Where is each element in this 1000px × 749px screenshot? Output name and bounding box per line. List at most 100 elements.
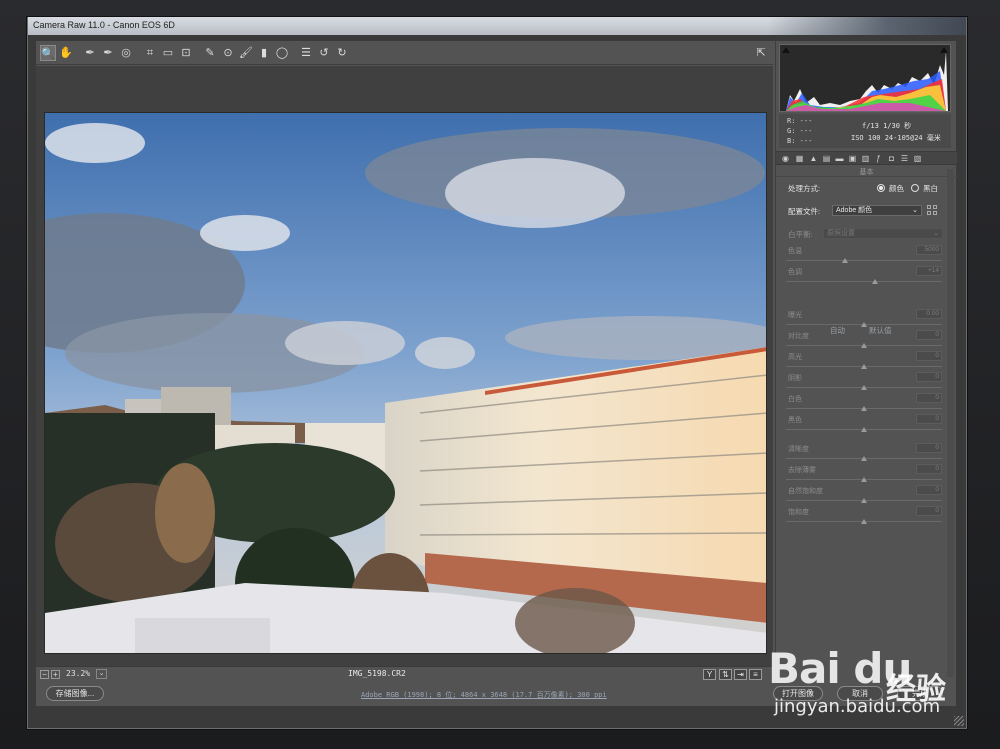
slider-label: 黑色 xyxy=(788,417,802,424)
slider-thumb[interactable] xyxy=(861,519,867,524)
tab-tone-curve-icon[interactable]: ▦ xyxy=(794,154,805,164)
copy-settings-icon[interactable]: ⇥ xyxy=(734,669,747,680)
resize-grip[interactable] xyxy=(954,716,964,726)
slider-value-input[interactable]: 0 xyxy=(916,464,942,474)
white-balance-tool-icon[interactable]: ✒ xyxy=(82,45,98,61)
profile-select[interactable]: Adobe 颜色 ⌄ xyxy=(832,205,922,216)
slider-value-input[interactable]: 0 xyxy=(916,443,942,453)
slider-thumb[interactable] xyxy=(842,258,849,263)
panel-scrollbar[interactable] xyxy=(947,169,954,677)
slider-value-input[interactable]: 0 xyxy=(916,485,942,495)
red-eye-tool-icon[interactable]: ⊙ xyxy=(220,45,236,61)
white-balance-select[interactable]: 原照设置 ⌄ xyxy=(823,228,943,239)
slider-value-input[interactable]: 0 xyxy=(916,393,942,403)
slider-thumb[interactable] xyxy=(861,456,867,461)
cancel-button[interactable]: 取消 xyxy=(837,686,883,701)
zoom-tool-icon[interactable]: 🔍 xyxy=(40,45,56,61)
slider-thumb[interactable] xyxy=(861,343,867,348)
slider-row: 色调 +14 xyxy=(786,266,942,287)
title-bar[interactable]: Camera Raw 11.0 - Canon EOS 6D xyxy=(28,17,966,35)
slider-label: 曝光 xyxy=(788,312,802,319)
slider-value-input[interactable]: 0 xyxy=(916,351,942,361)
slider-row: 去除薄雾 0 xyxy=(786,464,942,485)
chevron-down-icon: ⌄ xyxy=(912,207,918,214)
slider-value-input[interactable]: +14 xyxy=(916,266,942,276)
rotate-cw-tool-icon[interactable]: ↻ xyxy=(334,45,350,61)
zoom-in-button[interactable]: + xyxy=(51,670,60,679)
preview-canvas[interactable] xyxy=(36,66,773,666)
slider-track[interactable] xyxy=(786,281,942,282)
spot-removal-tool-icon[interactable]: ✎ xyxy=(202,45,218,61)
slider-thumb[interactable] xyxy=(861,364,867,369)
profile-browser-icon[interactable] xyxy=(927,205,938,216)
slider-row: 饱和度 0 xyxy=(786,506,942,527)
tab-presets-icon[interactable]: ☰ xyxy=(899,154,910,164)
slider-track[interactable] xyxy=(786,260,942,261)
tab-lens-icon[interactable]: ▣ xyxy=(847,154,858,164)
treatment-color-label: 颜色 xyxy=(889,184,904,193)
slider-value-input[interactable]: 0.00 xyxy=(916,309,942,319)
workflow-options-link[interactable]: Adobe RGB (1998); 8 位; 4864 x 3648 (17.7… xyxy=(361,690,607,700)
slider-thumb[interactable] xyxy=(861,498,867,503)
tab-effects-icon[interactable]: ▥ xyxy=(860,154,871,164)
zoom-dropdown[interactable]: ⌄ xyxy=(96,669,107,679)
hand-tool-icon[interactable]: ✋ xyxy=(58,45,74,61)
targeted-adjustment-tool-icon[interactable]: ◎ xyxy=(118,45,134,61)
treatment-bw-radio[interactable] xyxy=(911,184,919,192)
color-sampler-tool-icon[interactable]: ✒ xyxy=(100,45,116,61)
zoom-out-button[interactable]: − xyxy=(40,670,49,679)
fullscreen-icon[interactable]: ⇱ xyxy=(753,45,769,61)
crop-tool-icon[interactable]: ⌗ xyxy=(142,45,158,61)
treatment-color-radio[interactable] xyxy=(877,184,885,192)
radial-filter-tool-icon[interactable]: ◯ xyxy=(274,45,290,61)
zoom-level: 23.2% xyxy=(66,669,91,678)
preferences-tool-icon[interactable]: ☰ xyxy=(298,45,314,61)
slider-thumb[interactable] xyxy=(861,385,867,390)
slider-row: 曝光 0.00 xyxy=(786,309,942,330)
exposure-info: f/13 1/30 秒 xyxy=(862,122,912,130)
toggle-settings-icon[interactable]: ≡ xyxy=(749,669,762,680)
highlight-clipping-icon[interactable] xyxy=(940,47,948,53)
slider-thumb[interactable] xyxy=(861,427,867,432)
readout-r: R: --- xyxy=(787,117,813,125)
slider-label: 自然饱和度 xyxy=(788,488,823,495)
shadow-clipping-icon[interactable] xyxy=(782,47,790,53)
graduated-filter-tool-icon[interactable]: ▮ xyxy=(256,45,272,61)
tab-hsl-icon[interactable]: ▤ xyxy=(821,154,832,164)
slider-thumb[interactable] xyxy=(861,406,867,411)
swap-before-after-icon[interactable]: ⇅ xyxy=(719,669,732,680)
rotate-ccw-tool-icon[interactable]: ↺ xyxy=(316,45,332,61)
slider-value-input[interactable]: 5000 xyxy=(916,245,942,255)
tab-snapshots-icon[interactable]: ▧ xyxy=(912,154,923,164)
slider-label: 阴影 xyxy=(788,375,802,382)
before-after-y-button[interactable]: Y xyxy=(703,669,716,680)
slider-thumb[interactable] xyxy=(871,279,878,284)
slider-thumb[interactable] xyxy=(861,477,867,482)
slider-label: 去除薄雾 xyxy=(788,467,816,474)
readout-g: G: --- xyxy=(787,127,813,135)
tab-fx-icon[interactable]: ƒ xyxy=(873,154,884,164)
transform-tool-icon[interactable]: ⊡ xyxy=(178,45,194,61)
straighten-tool-icon[interactable]: ▭ xyxy=(160,45,176,61)
histogram-graph xyxy=(786,51,948,111)
slider-thumb[interactable] xyxy=(861,322,867,327)
tab-detail-icon[interactable]: ▲ xyxy=(808,154,819,164)
adjustment-brush-tool-icon[interactable]: 🖌 xyxy=(238,45,254,61)
slider-value-input[interactable]: 0 xyxy=(916,372,942,382)
tab-calibration-icon[interactable]: ◘ xyxy=(886,154,897,164)
slider-row: 色温 5000 xyxy=(786,245,942,266)
tab-split-toning-icon[interactable]: ▬ xyxy=(834,154,845,164)
slider-label: 清晰度 xyxy=(788,446,809,453)
slider-value-input[interactable]: 0 xyxy=(916,330,942,340)
photo-preview[interactable] xyxy=(44,112,767,654)
tab-basic-icon[interactable]: ◉ xyxy=(780,154,791,164)
histogram xyxy=(779,44,951,112)
title-bar-glow xyxy=(768,17,966,35)
slider-value-input[interactable]: 0 xyxy=(916,506,942,516)
open-image-button[interactable]: 打开图像 xyxy=(773,686,823,701)
iso-lens-info: ISO 100 24-105@24 毫米 xyxy=(851,134,941,142)
save-image-button[interactable]: 存储图像... xyxy=(46,686,104,701)
slider-label: 色调 xyxy=(788,269,802,276)
slider-value-input[interactable]: 0 xyxy=(916,414,942,424)
done-button[interactable]: 完成 xyxy=(897,686,943,701)
